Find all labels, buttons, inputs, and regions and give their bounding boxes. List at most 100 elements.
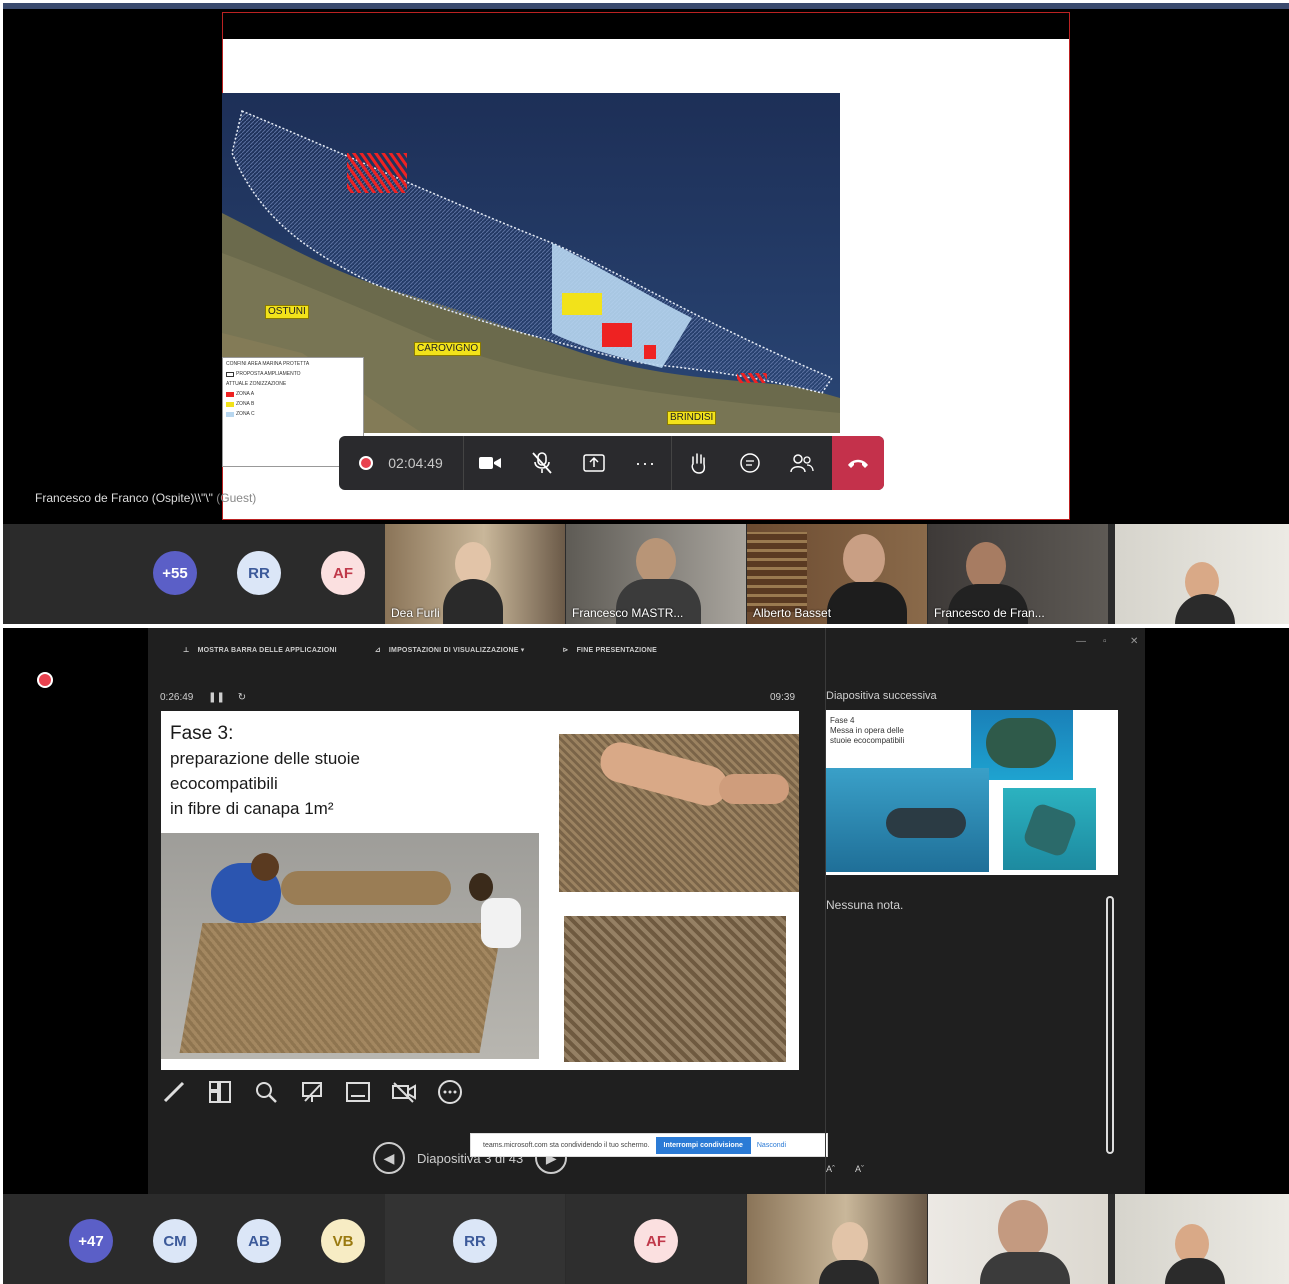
avatar[interactable]: CM: [153, 1219, 197, 1263]
subtitles-icon[interactable]: [344, 1078, 372, 1106]
increase-font-button[interactable]: Aˆ: [826, 1164, 835, 1174]
end-show-button[interactable]: ⊳ FINE PRESENTAZIONE: [562, 646, 658, 655]
slide-photo-mat-closeup: [564, 916, 786, 1062]
pen-tool-icon[interactable]: [160, 1078, 188, 1106]
presenter-side-pane: Diapositiva successiva Fase 4 Messa in o…: [825, 628, 1145, 1194]
window-topline: [3, 3, 1289, 9]
decrease-font-button[interactable]: Aˇ: [855, 1164, 864, 1174]
clock: 09:39: [770, 692, 796, 703]
previous-slide-button[interactable]: ◀: [373, 1142, 405, 1174]
show-taskbar-button[interactable]: ⊥ MOSTRA BARRA DELLE APPLICAZIONI: [183, 646, 337, 655]
camera-off-icon[interactable]: [390, 1078, 418, 1106]
chevron-left-icon: ◀: [383, 1149, 395, 1166]
taskbar-icon: ⊥: [183, 647, 190, 654]
recording-dot-icon: [359, 456, 374, 470]
hide-button[interactable]: Nascondi: [757, 1142, 786, 1149]
map-label-brindisi: BRINDISI: [667, 411, 717, 425]
map-label-carovigno: CAROVIGNO: [414, 342, 482, 356]
presenter-guest-tag: (Guest): [216, 491, 257, 505]
slide-tools: [160, 1078, 464, 1106]
overflow-participants-button[interactable]: +55: [153, 551, 197, 595]
participant-name: Francesco MASTR...: [572, 606, 684, 620]
font-size-controls: Aˆ Aˇ: [826, 1164, 864, 1174]
chat-button[interactable]: [724, 436, 776, 490]
participants-strip-top: +55 RR AF Dea Furli Francesco MASTR... A…: [3, 524, 1289, 624]
presenter-name: Francesco de Franco (Ospite)\\"\": [35, 491, 213, 505]
phone-hangup-icon: [848, 459, 868, 468]
camera-icon: [479, 457, 501, 469]
next-slide-label: Diapositiva successiva: [826, 690, 937, 702]
end-show-icon: ⊳: [562, 647, 569, 654]
participants-button[interactable]: [776, 436, 828, 490]
legend-item: ATTUALE ZONIZZAZIONE: [226, 381, 287, 387]
participant-tile[interactable]: AF: [566, 1194, 746, 1284]
slide-photo-cutting: [559, 734, 799, 892]
presenter-label: Francesco de Franco (Ospite)\\"\" (Guest…: [35, 491, 256, 505]
avatar[interactable]: AB: [237, 1219, 281, 1263]
people-icon: [790, 454, 814, 473]
slide-header-bar: [223, 13, 1069, 39]
avatar[interactable]: AF: [321, 551, 365, 595]
raise-hand-button[interactable]: [672, 436, 724, 490]
video-tile[interactable]: [1115, 524, 1289, 624]
zoom-icon[interactable]: [252, 1078, 280, 1106]
avatar: AF: [634, 1219, 678, 1263]
pointer-icon[interactable]: [298, 1078, 326, 1106]
display-settings-button[interactable]: ⊿ IMPOSTAZIONI DI VISUALIZZAZIONE ▾: [375, 646, 525, 654]
video-tile[interactable]: [747, 1194, 927, 1284]
camera-button[interactable]: [464, 436, 516, 490]
next-slide-photo-divers: [826, 768, 989, 872]
share-tray-icon: [583, 454, 605, 472]
next-slide-photo-mat: [1003, 788, 1096, 870]
recording-indicator: 02:04:49: [339, 436, 464, 490]
pause-icon[interactable]: ❚❚: [208, 692, 225, 703]
legend-item: ZONA B: [236, 401, 255, 407]
video-tile[interactable]: [928, 1194, 1108, 1284]
map-label-ostuni: OSTUNI: [265, 305, 309, 319]
reset-icon[interactable]: ↻: [238, 692, 246, 703]
call-timer: 02:04:49: [388, 455, 443, 471]
video-tile[interactable]: Francesco de Fran...: [928, 524, 1108, 624]
screenshot-root: OSTUNI CAROVIGNO BRINDISI CONFINI AREA M…: [0, 0, 1289, 1284]
participant-name: Francesco de Fran...: [934, 606, 1045, 620]
more-actions-button[interactable]: ···: [620, 436, 672, 490]
more-options-icon[interactable]: [436, 1078, 464, 1106]
hand-icon: [691, 453, 706, 474]
video-tile[interactable]: Alberto Basset: [747, 524, 927, 624]
video-tile[interactable]: Dea Furli: [385, 524, 565, 624]
mic-button[interactable]: [516, 436, 568, 490]
participants-strip-bottom: +47 CM AB VB RR AF: [3, 1194, 1289, 1284]
legend-item: ZONA C: [236, 411, 255, 417]
slide-title: Fase 3: preparazione delle stuoie ecocom…: [170, 723, 360, 818]
next-slide-title: Fase 4 Messa in opera delle stuoie ecoco…: [830, 716, 905, 745]
share-button[interactable]: [568, 436, 620, 490]
video-tile[interactable]: [1115, 1194, 1289, 1284]
more-icon: ···: [635, 452, 656, 473]
overflow-participants-button[interactable]: +47: [69, 1219, 113, 1263]
avatar[interactable]: RR: [237, 551, 281, 595]
screen-share-notice: teams.microsoft.com sta condividendo il …: [470, 1133, 828, 1157]
avatar[interactable]: VB: [321, 1219, 365, 1263]
slide-grid-icon[interactable]: [206, 1078, 234, 1106]
stop-sharing-button[interactable]: Interrompi condivisione: [655, 1136, 751, 1154]
top-meeting-window: OSTUNI CAROVIGNO BRINDISI CONFINI AREA M…: [3, 3, 1289, 624]
elapsed-timer: 0:26:49 ❚❚ ↻: [160, 692, 247, 703]
settings-icon: ⊿: [374, 647, 381, 654]
chat-icon: [740, 453, 760, 473]
current-slide: Fase 3: preparazione delle stuoie ecocom…: [161, 711, 799, 1070]
bottom-meeting-window: ⊥ MOSTRA BARRA DELLE APPLICAZIONI ⊿ IMPOST…: [3, 628, 1289, 1284]
participant-tile[interactable]: RR: [385, 1194, 565, 1284]
video-tile[interactable]: Francesco MASTR...: [566, 524, 746, 624]
presenter-toolbar: ⊥ MOSTRA BARRA DELLE APPLICAZIONI ⊿ IMPOST…: [183, 646, 658, 655]
mic-muted-icon: [532, 452, 552, 474]
recording-dot-icon: [37, 672, 53, 688]
legend-item: CONFINI AREA MARINA PROTETTA: [226, 361, 310, 367]
participant-name: Alberto Basset: [753, 606, 832, 620]
participant-name: Dea Furli: [391, 606, 440, 620]
next-slide-preview[interactable]: Fase 4 Messa in opera delle stuoie ecoco…: [826, 710, 1118, 875]
hang-up-button[interactable]: [832, 436, 884, 490]
speaker-notes: Nessuna nota.: [826, 898, 904, 912]
presenter-view: ⊥ MOSTRA BARRA DELLE APPLICAZIONI ⊿ IMPOST…: [148, 628, 1145, 1194]
notes-scrollbar[interactable]: [1106, 896, 1114, 1154]
legend-item: PROPOSTA AMPLIAMENTO: [236, 371, 301, 377]
